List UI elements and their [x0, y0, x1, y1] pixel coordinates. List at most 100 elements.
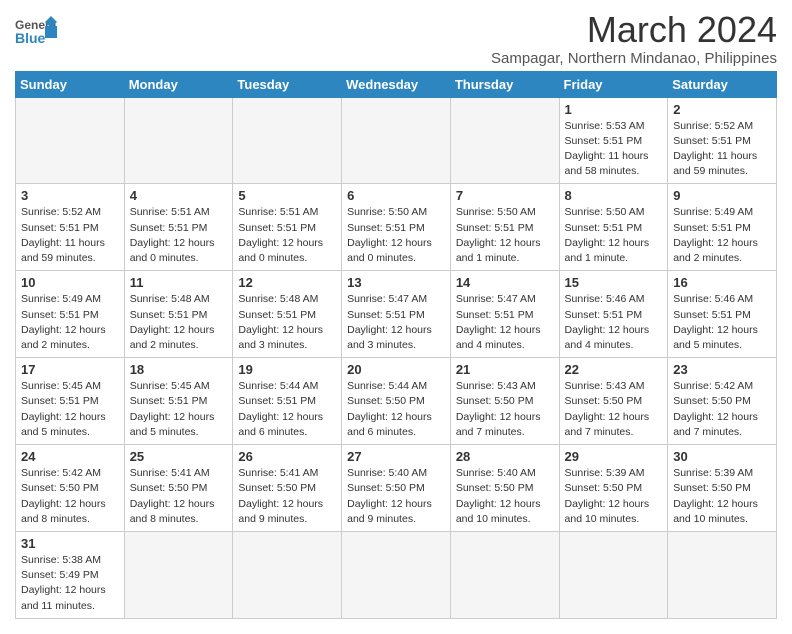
- calendar-cell: 20 Sunrise: 5:44 AMSunset: 5:50 PMDaylig…: [342, 358, 451, 445]
- sun-info: Sunrise: 5:53 AMSunset: 5:51 PMDaylight:…: [565, 120, 649, 178]
- calendar-cell: 18 Sunrise: 5:45 AMSunset: 5:51 PMDaylig…: [124, 358, 233, 445]
- calendar-cell: 19 Sunrise: 5:44 AMSunset: 5:51 PMDaylig…: [233, 358, 342, 445]
- day-number: 19: [238, 362, 336, 377]
- calendar-cell: 24 Sunrise: 5:42 AMSunset: 5:50 PMDaylig…: [16, 445, 125, 532]
- day-header-thursday: Thursday: [450, 71, 559, 97]
- sun-info: Sunrise: 5:44 AMSunset: 5:51 PMDaylight:…: [238, 380, 323, 438]
- calendar-cell: 12 Sunrise: 5:48 AMSunset: 5:51 PMDaylig…: [233, 271, 342, 358]
- day-number: 28: [456, 449, 554, 464]
- day-number: 6: [347, 188, 445, 203]
- svg-text:Blue: Blue: [15, 30, 46, 46]
- sun-info: Sunrise: 5:49 AMSunset: 5:51 PMDaylight:…: [21, 293, 106, 351]
- day-number: 10: [21, 275, 119, 290]
- logo: General Blue: [15, 16, 57, 54]
- day-header-saturday: Saturday: [668, 71, 777, 97]
- day-number: 29: [565, 449, 663, 464]
- sun-info: Sunrise: 5:47 AMSunset: 5:51 PMDaylight:…: [347, 293, 432, 351]
- sun-info: Sunrise: 5:42 AMSunset: 5:50 PMDaylight:…: [673, 380, 758, 438]
- logo-icon: General Blue: [15, 16, 57, 54]
- day-number: 23: [673, 362, 771, 377]
- sun-info: Sunrise: 5:44 AMSunset: 5:50 PMDaylight:…: [347, 380, 432, 438]
- day-number: 27: [347, 449, 445, 464]
- calendar-cell: [450, 97, 559, 184]
- day-number: 14: [456, 275, 554, 290]
- calendar-table: SundayMondayTuesdayWednesdayThursdayFrid…: [15, 71, 777, 619]
- day-number: 17: [21, 362, 119, 377]
- day-number: 25: [130, 449, 228, 464]
- calendar-cell: 14 Sunrise: 5:47 AMSunset: 5:51 PMDaylig…: [450, 271, 559, 358]
- calendar-cell: 30 Sunrise: 5:39 AMSunset: 5:50 PMDaylig…: [668, 445, 777, 532]
- calendar-cell: [342, 97, 451, 184]
- sun-info: Sunrise: 5:41 AMSunset: 5:50 PMDaylight:…: [238, 467, 323, 525]
- calendar-cell: [450, 531, 559, 618]
- day-number: 8: [565, 188, 663, 203]
- day-header-tuesday: Tuesday: [233, 71, 342, 97]
- calendar-cell: 3 Sunrise: 5:52 AMSunset: 5:51 PMDayligh…: [16, 184, 125, 271]
- sun-info: Sunrise: 5:49 AMSunset: 5:51 PMDaylight:…: [673, 206, 758, 264]
- sun-info: Sunrise: 5:41 AMSunset: 5:50 PMDaylight:…: [130, 467, 215, 525]
- day-number: 4: [130, 188, 228, 203]
- day-header-monday: Monday: [124, 71, 233, 97]
- calendar-cell: 2 Sunrise: 5:52 AMSunset: 5:51 PMDayligh…: [668, 97, 777, 184]
- day-number: 18: [130, 362, 228, 377]
- calendar-cell: [16, 97, 125, 184]
- calendar-cell: 13 Sunrise: 5:47 AMSunset: 5:51 PMDaylig…: [342, 271, 451, 358]
- day-number: 30: [673, 449, 771, 464]
- calendar-cell: [124, 531, 233, 618]
- sun-info: Sunrise: 5:40 AMSunset: 5:50 PMDaylight:…: [347, 467, 432, 525]
- calendar-cell: 5 Sunrise: 5:51 AMSunset: 5:51 PMDayligh…: [233, 184, 342, 271]
- sun-info: Sunrise: 5:43 AMSunset: 5:50 PMDaylight:…: [565, 380, 650, 438]
- calendar-cell: 10 Sunrise: 5:49 AMSunset: 5:51 PMDaylig…: [16, 271, 125, 358]
- calendar-cell: [124, 97, 233, 184]
- sun-info: Sunrise: 5:48 AMSunset: 5:51 PMDaylight:…: [130, 293, 215, 351]
- calendar-cell: 23 Sunrise: 5:42 AMSunset: 5:50 PMDaylig…: [668, 358, 777, 445]
- location-title: Sampagar, Northern Mindanao, Philippines: [491, 50, 777, 67]
- calendar-cell: 21 Sunrise: 5:43 AMSunset: 5:50 PMDaylig…: [450, 358, 559, 445]
- sun-info: Sunrise: 5:45 AMSunset: 5:51 PMDaylight:…: [130, 380, 215, 438]
- day-number: 21: [456, 362, 554, 377]
- sun-info: Sunrise: 5:50 AMSunset: 5:51 PMDaylight:…: [456, 206, 541, 264]
- sun-info: Sunrise: 5:50 AMSunset: 5:51 PMDaylight:…: [565, 206, 650, 264]
- calendar-cell: 22 Sunrise: 5:43 AMSunset: 5:50 PMDaylig…: [559, 358, 668, 445]
- calendar-cell: 25 Sunrise: 5:41 AMSunset: 5:50 PMDaylig…: [124, 445, 233, 532]
- calendar-cell: 27 Sunrise: 5:40 AMSunset: 5:50 PMDaylig…: [342, 445, 451, 532]
- sun-info: Sunrise: 5:39 AMSunset: 5:50 PMDaylight:…: [565, 467, 650, 525]
- calendar-cell: [233, 97, 342, 184]
- calendar-cell: 15 Sunrise: 5:46 AMSunset: 5:51 PMDaylig…: [559, 271, 668, 358]
- sun-info: Sunrise: 5:51 AMSunset: 5:51 PMDaylight:…: [238, 206, 323, 264]
- header: General Blue March 2024 Sampagar, Northe…: [15, 10, 777, 67]
- sun-info: Sunrise: 5:45 AMSunset: 5:51 PMDaylight:…: [21, 380, 106, 438]
- day-number: 2: [673, 102, 771, 117]
- sun-info: Sunrise: 5:40 AMSunset: 5:50 PMDaylight:…: [456, 467, 541, 525]
- sun-info: Sunrise: 5:52 AMSunset: 5:51 PMDaylight:…: [21, 206, 105, 264]
- calendar-cell: [668, 531, 777, 618]
- day-number: 31: [21, 536, 119, 551]
- calendar-cell: 1 Sunrise: 5:53 AMSunset: 5:51 PMDayligh…: [559, 97, 668, 184]
- calendar-cell: [559, 531, 668, 618]
- day-number: 15: [565, 275, 663, 290]
- sun-info: Sunrise: 5:50 AMSunset: 5:51 PMDaylight:…: [347, 206, 432, 264]
- calendar-cell: 8 Sunrise: 5:50 AMSunset: 5:51 PMDayligh…: [559, 184, 668, 271]
- sun-info: Sunrise: 5:47 AMSunset: 5:51 PMDaylight:…: [456, 293, 541, 351]
- day-header-sunday: Sunday: [16, 71, 125, 97]
- day-number: 11: [130, 275, 228, 290]
- calendar-cell: 26 Sunrise: 5:41 AMSunset: 5:50 PMDaylig…: [233, 445, 342, 532]
- day-header-friday: Friday: [559, 71, 668, 97]
- sun-info: Sunrise: 5:46 AMSunset: 5:51 PMDaylight:…: [673, 293, 758, 351]
- sun-info: Sunrise: 5:39 AMSunset: 5:50 PMDaylight:…: [673, 467, 758, 525]
- calendar-cell: 11 Sunrise: 5:48 AMSunset: 5:51 PMDaylig…: [124, 271, 233, 358]
- day-number: 7: [456, 188, 554, 203]
- day-number: 24: [21, 449, 119, 464]
- sun-info: Sunrise: 5:38 AMSunset: 5:49 PMDaylight:…: [21, 554, 106, 612]
- calendar-cell: [342, 531, 451, 618]
- calendar-cell: 31 Sunrise: 5:38 AMSunset: 5:49 PMDaylig…: [16, 531, 125, 618]
- sun-info: Sunrise: 5:46 AMSunset: 5:51 PMDaylight:…: [565, 293, 650, 351]
- calendar-cell: 9 Sunrise: 5:49 AMSunset: 5:51 PMDayligh…: [668, 184, 777, 271]
- day-number: 16: [673, 275, 771, 290]
- calendar-cell: 7 Sunrise: 5:50 AMSunset: 5:51 PMDayligh…: [450, 184, 559, 271]
- sun-info: Sunrise: 5:52 AMSunset: 5:51 PMDaylight:…: [673, 120, 757, 178]
- month-title: March 2024: [491, 10, 777, 50]
- calendar-cell: [233, 531, 342, 618]
- sun-info: Sunrise: 5:42 AMSunset: 5:50 PMDaylight:…: [21, 467, 106, 525]
- day-number: 20: [347, 362, 445, 377]
